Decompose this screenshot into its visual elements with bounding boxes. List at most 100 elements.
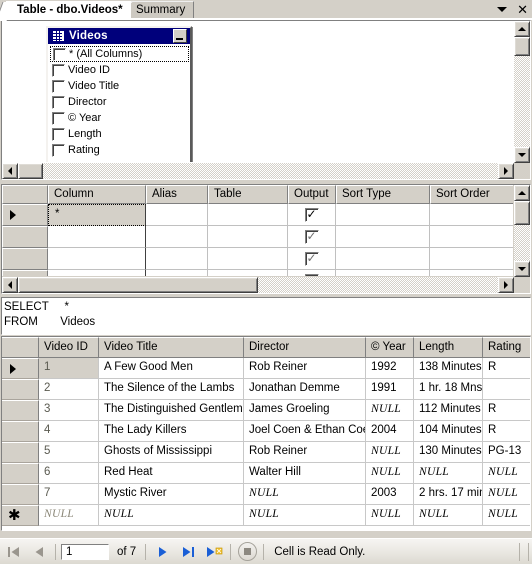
diagram-horizontal-scrollbar[interactable] <box>2 163 514 179</box>
current-record-input[interactable]: 1 <box>61 543 109 560</box>
criteria-hscroll-thumb[interactable] <box>18 277 258 293</box>
results-row[interactable]: 4 The Lady Killers Joel Coen & Ethan Coen 2… <box>2 421 530 442</box>
criteria-cell-output[interactable]: ✓ <box>288 226 336 248</box>
results-cell-video-id[interactable]: 5 <box>39 442 99 463</box>
results-cell-video-id[interactable]: 4 <box>39 421 99 442</box>
table-node-titlebar[interactable]: Videos <box>48 28 190 44</box>
column-item-rating[interactable]: Rating <box>50 142 189 158</box>
results-cell-length[interactable]: 104 Minutes <box>414 421 483 442</box>
results-row-selector[interactable]: ✱ <box>2 505 39 526</box>
criteria-cell-output[interactable]: ✓ <box>288 204 336 226</box>
results-row[interactable]: 5 Ghosts of Mississippi Rob Reiner NULL 130 … <box>2 442 530 463</box>
output-checkbox[interactable]: ✓ <box>304 273 319 276</box>
results-cell-video-title[interactable]: A Few Good Men <box>99 358 244 379</box>
criteria-cell-alias[interactable] <box>146 248 208 270</box>
tab-summary[interactable]: Summary <box>126 1 195 18</box>
criteria-cell-sort-order[interactable] <box>430 226 513 248</box>
results-row-selector[interactable] <box>2 442 39 463</box>
criteria-row[interactable]: ✓ <box>2 248 513 270</box>
results-cell-year[interactable]: NULL <box>366 463 414 484</box>
criteria-cell-output[interactable]: ✓ <box>288 248 336 270</box>
results-row[interactable]: 3 The Distinguished Gentleman James Groeli… <box>2 400 530 421</box>
results-cell-director[interactable]: Rob Reiner <box>244 442 366 463</box>
diagram-vscroll-track[interactable] <box>514 37 530 147</box>
criteria-cell-sort-order[interactable] <box>430 204 513 226</box>
results-row-selector[interactable] <box>2 484 39 505</box>
results-header-video-title[interactable]: Video Title <box>99 337 244 358</box>
table-node-videos[interactable]: Videos * (All Columns) Video ID Video Ti… <box>46 26 192 162</box>
results-cell-video-title[interactable]: Mystic River <box>99 484 244 505</box>
column-checkbox[interactable] <box>53 47 66 61</box>
sql-pane[interactable]: SELECT * FROM Videos <box>1 297 531 335</box>
criteria-horizontal-scrollbar[interactable] <box>2 277 514 293</box>
diagram-canvas[interactable]: Videos * (All Columns) Video ID Video Ti… <box>2 21 513 162</box>
results-cell-year[interactable]: 2004 <box>366 421 414 442</box>
criteria-cell-alias[interactable] <box>146 204 208 226</box>
results-cell-length[interactable]: 112 Minutes <box>414 400 483 421</box>
results-cell-video-title[interactable]: The Silence of the Lambs <box>99 379 244 400</box>
results-body[interactable]: 1A Few Good Men Rob Reiner 1992 138 Minutes… <box>2 358 530 526</box>
results-cell-video-title[interactable]: Red Heat <box>99 463 244 484</box>
criteria-vscroll-thumb[interactable] <box>514 201 530 225</box>
results-cell-director[interactable]: James Groeling <box>244 400 366 421</box>
results-cell-director[interactable]: Joel Coen & Ethan Coen <box>244 421 366 442</box>
results-row[interactable]: 6 Red Heat Walter Hill NULL NULL NULL <box>2 463 530 484</box>
results-cell-year[interactable]: 2003 <box>366 484 414 505</box>
criteria-cell-alias[interactable] <box>146 226 208 248</box>
output-checkbox[interactable]: ✓ <box>304 207 319 222</box>
criteria-header-column[interactable]: Column <box>48 185 146 204</box>
results-cell-director[interactable]: Rob Reiner <box>244 358 366 379</box>
criteria-row-partial[interactable]: ✓ <box>2 270 513 276</box>
diagram-hscroll-thumb[interactable] <box>18 163 43 179</box>
results-cell-director[interactable]: NULL <box>244 484 366 505</box>
stop-execution-button[interactable] <box>234 541 260 563</box>
criteria-row-selector[interactable] <box>2 270 48 276</box>
scroll-right-button[interactable] <box>498 163 514 179</box>
criteria-grid-pane[interactable]: Column Alias Table Output Sort Type Sort… <box>1 184 531 294</box>
results-header-rating[interactable]: Rating <box>483 337 530 358</box>
diagram-pane[interactable]: Videos * (All Columns) Video ID Video Ti… <box>1 20 531 180</box>
results-cell-year[interactable]: 1992 <box>366 358 414 379</box>
criteria-cell-table[interactable] <box>208 204 288 226</box>
results-cell-video-id[interactable]: 3 <box>39 400 99 421</box>
column-checkbox[interactable] <box>52 79 65 93</box>
scroll-right-button[interactable] <box>498 277 514 293</box>
criteria-cell-alias[interactable] <box>146 270 208 276</box>
diagram-vertical-scrollbar[interactable] <box>514 21 530 163</box>
results-cell-video-title[interactable]: The Distinguished Gentleman <box>99 400 244 421</box>
results-row[interactable]: 7 Mystic River NULL 2003 2 hrs. 17 min NULL <box>2 484 530 505</box>
results-cell-video-id[interactable]: 7 <box>39 484 99 505</box>
criteria-grid[interactable]: Column Alias Table Output Sort Type Sort… <box>2 185 513 276</box>
criteria-cell-column[interactable]: * <box>48 204 146 226</box>
results-cell-length[interactable]: NULL <box>414 463 483 484</box>
results-cell-year[interactable]: NULL <box>366 505 414 526</box>
results-cell-rating[interactable]: NULL <box>483 505 530 526</box>
results-cell-rating[interactable] <box>483 379 530 400</box>
column-item-director[interactable]: Director <box>50 94 189 110</box>
diagram-hscroll-track[interactable] <box>18 163 498 179</box>
criteria-header-sort-type[interactable]: Sort Type <box>336 185 430 204</box>
column-item-video-title[interactable]: Video Title <box>50 78 189 94</box>
table-node-column-list[interactable]: * (All Columns) Video ID Video Title Dir… <box>49 45 189 162</box>
column-item-all-columns[interactable]: * (All Columns) <box>50 46 189 62</box>
results-cell-video-id[interactable]: 6 <box>39 463 99 484</box>
results-row[interactable]: 2 The Silence of the Lambs Jonathan Demme 1… <box>2 379 530 400</box>
results-cell-year[interactable]: 1991 <box>366 379 414 400</box>
results-cell-director[interactable]: Jonathan Demme <box>244 379 366 400</box>
results-cell-video-title[interactable]: Ghosts of Mississippi <box>99 442 244 463</box>
results-row-selector[interactable] <box>2 400 39 421</box>
results-row-selector[interactable] <box>2 463 39 484</box>
criteria-cell-table[interactable] <box>208 248 288 270</box>
go-to-previous-record-button[interactable] <box>26 541 52 563</box>
criteria-cell-table[interactable] <box>208 270 288 276</box>
results-cell-director[interactable]: NULL <box>244 505 366 526</box>
scroll-down-button[interactable] <box>514 147 530 163</box>
criteria-cell-table[interactable] <box>208 226 288 248</box>
scroll-up-button[interactable] <box>514 21 530 37</box>
criteria-cell-sort-type[interactable] <box>336 226 430 248</box>
go-to-last-record-button[interactable] <box>175 541 201 563</box>
results-cell-video-title[interactable]: The Lady Killers <box>99 421 244 442</box>
criteria-header-sort-order[interactable]: Sort Order <box>430 185 513 204</box>
results-cell-video-title[interactable]: NULL <box>99 505 244 526</box>
table-minimize-button[interactable] <box>173 29 187 43</box>
